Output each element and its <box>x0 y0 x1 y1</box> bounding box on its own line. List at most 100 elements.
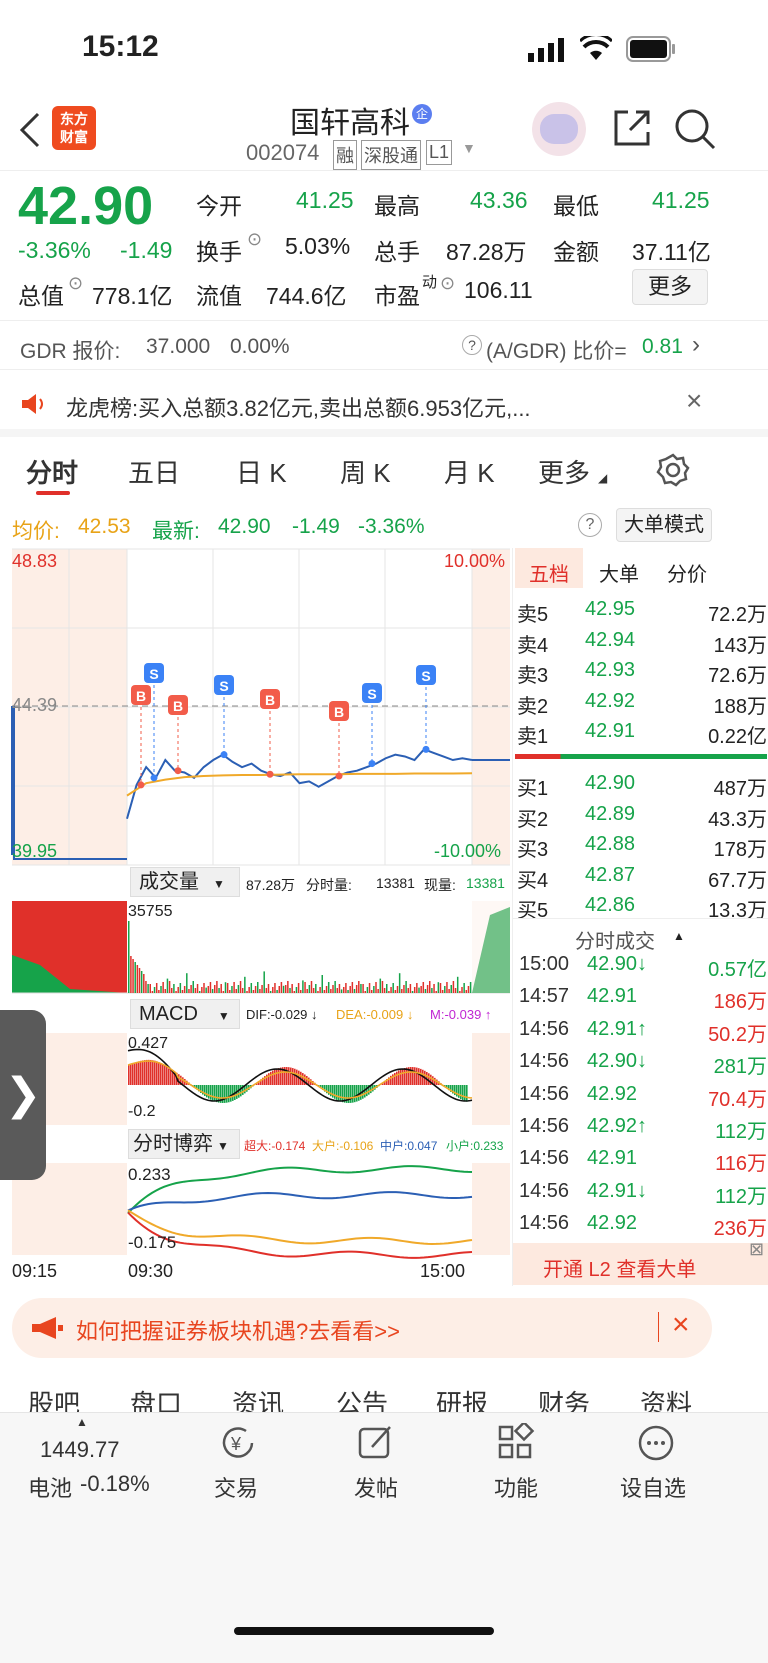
tab-day-k[interactable]: 日 K <box>236 453 287 490</box>
promo-divider <box>658 1312 659 1342</box>
tab-five-level[interactable]: 五档 <box>529 558 569 587</box>
trade-icon[interactable]: ¥ <box>218 1423 258 1463</box>
tab-more[interactable]: 更多 <box>538 453 590 490</box>
more-button[interactable]: 更多 <box>632 269 708 305</box>
caret-icon: ◢ <box>598 471 608 485</box>
trade-volume: 186万 <box>713 991 767 1014</box>
help-icon[interactable]: ? <box>578 513 602 537</box>
info-pct: -3.36% <box>358 515 425 538</box>
chevron-down-icon[interactable]: ▼ <box>462 140 476 156</box>
more-circle-icon[interactable] <box>636 1423 676 1463</box>
search-icon[interactable] <box>674 108 716 150</box>
buy-volume: 67.7万 <box>708 869 767 892</box>
avg-label: 均价: <box>12 520 60 543</box>
promo-banner[interactable]: 如何把握证券板块机遇?去看看>> × <box>12 1298 712 1358</box>
robot-avatar[interactable] <box>532 102 586 156</box>
caret-up-icon[interactable]: ▲ <box>673 929 685 943</box>
game-xiaohu: 小户:0.233 <box>446 1139 504 1153</box>
dragon-tiger-notice[interactable]: 龙虎榜:买入总额3.82亿元,卖出总额6.953亿元,... × <box>0 371 768 437</box>
trade-volume: 281万 <box>713 1056 767 1079</box>
index-pct[interactable]: -0.18% <box>80 1471 150 1497</box>
x-tick-0915: 09:15 <box>12 1261 58 1281</box>
close-icon[interactable]: ⊠ <box>749 1239 764 1260</box>
macd-selector[interactable]: MACD ▼ <box>130 999 240 1029</box>
close-icon[interactable]: × <box>686 385 702 417</box>
avg-value: 42.53 <box>78 515 131 538</box>
chart-labels: 48.83 44.39 39.95 10.00% -10.00% 成交量 ▼ 87… <box>0 545 512 1285</box>
l2-banner[interactable]: 开通 L2 查看大单 ⊠ <box>513 1239 768 1285</box>
y-bot-label: 39.95 <box>12 841 58 861</box>
app-logo: 东方 财富 <box>52 106 96 150</box>
post-icon[interactable] <box>356 1423 396 1463</box>
y-top-label: 48.83 <box>12 551 58 571</box>
tab-5day[interactable]: 五日 <box>128 453 180 490</box>
back-arrow-icon[interactable] <box>18 112 42 148</box>
pe-value: 106.11 <box>464 277 533 303</box>
status-bar: 15:12 <box>0 0 768 100</box>
sell-volume: 188万 <box>713 695 767 718</box>
turnover-value: 5.03% <box>285 233 351 259</box>
tag-l1: L1 <box>426 140 453 165</box>
x-tick-0930: 09:30 <box>128 1261 174 1281</box>
y-mid-label: 44.39 <box>12 695 58 715</box>
sell-volume: 72.6万 <box>708 665 767 687</box>
big-order-mode-button[interactable]: 大单模式 <box>616 508 712 542</box>
trade-volume: 112万 <box>715 1185 767 1208</box>
tab-fenshi[interactable]: 分时 <box>26 453 78 490</box>
stock-name: 国轩高科 <box>290 107 410 140</box>
home-indicator <box>234 1627 494 1635</box>
low-label: 最低 <box>553 193 599 219</box>
buy-volume: 487万 <box>713 778 767 800</box>
tab-week-k[interactable]: 周 K <box>340 453 391 490</box>
index-value[interactable]: 1449.77 <box>40 1437 120 1463</box>
volume-max: 35755 <box>128 903 173 920</box>
drawer-handle[interactable]: ❯ <box>0 1010 46 1180</box>
bottom-nav: ▲ 1449.77 电池 -0.18% ¥ 交易 发帖 功能 设自选 <box>0 1412 768 1663</box>
volume-value: 87.28万 <box>446 239 527 265</box>
nav-trade[interactable]: 交易 <box>214 1471 258 1503</box>
gdr-ratio: 0.81 <box>642 335 683 358</box>
index-name[interactable]: 电池 <box>28 1471 72 1503</box>
game-bot: -0.175 <box>128 1233 177 1252</box>
tab-big-order[interactable]: 大单 <box>599 558 639 587</box>
info-icon[interactable]: ⊙ <box>247 229 262 250</box>
signal-icon <box>528 38 564 62</box>
help-icon[interactable]: ? <box>462 335 482 355</box>
trade-volume: 0.57亿 <box>708 959 767 981</box>
game-selector[interactable]: 分时博弈 ▼ <box>128 1129 240 1159</box>
stock-code: 002074 <box>246 140 320 165</box>
bid-ask-bar <box>515 754 767 759</box>
price-info-line: 均价: 42.53 最新: 42.90 -1.49 -3.36% ? 大单模式 <box>0 505 768 545</box>
tag-sgt: 深股通 <box>361 140 421 170</box>
caret-up-icon: ▲ <box>76 1415 88 1429</box>
gdr-pct: 0.00% <box>230 335 290 358</box>
float-label: 流值 <box>196 283 242 309</box>
gdr-ratio-label: (A/GDR) 比价= <box>486 340 627 363</box>
gdr-bar[interactable]: GDR 报价: 37.000 0.00% ? (A/GDR) 比价= 0.81 … <box>0 320 768 370</box>
gear-icon[interactable] <box>656 453 690 487</box>
nav-watchlist[interactable]: 设自选 <box>620 1471 686 1503</box>
enterprise-badge: 企 <box>412 104 432 124</box>
pe-sup: 动 <box>422 274 438 291</box>
share-icon[interactable] <box>612 108 652 148</box>
tab-month-k[interactable]: 月 K <box>444 453 495 490</box>
tab-underline <box>36 491 70 495</box>
volume-selector[interactable]: 成交量 ▼ <box>130 867 240 897</box>
mktcap-label: 总值 <box>18 283 64 309</box>
close-icon[interactable]: × <box>672 1308 690 1342</box>
buy-volume: 43.3万 <box>708 808 767 831</box>
nav-function[interactable]: 功能 <box>494 1471 538 1503</box>
svg-text:¥: ¥ <box>230 1434 242 1454</box>
volume-label: 总手 <box>374 239 420 265</box>
macd-dea: DEA:-0.009 ↓ <box>336 1007 414 1022</box>
last-value: 42.90 <box>218 515 271 538</box>
info-icon[interactable]: ⊙ <box>440 273 455 294</box>
info-icon[interactable]: ⊙ <box>68 273 83 294</box>
function-icon[interactable] <box>496 1423 536 1463</box>
nav-post[interactable]: 发帖 <box>354 1471 398 1503</box>
tab-price-split[interactable]: 分价 <box>667 558 707 587</box>
l2-text: 开通 L2 查看大单 <box>543 1259 697 1281</box>
macd-top: 0.427 <box>128 1035 169 1052</box>
notice-text: 龙虎榜:买入总额3.82亿元,卖出总额6.953亿元,... <box>66 396 531 421</box>
speaker-icon <box>22 394 43 414</box>
